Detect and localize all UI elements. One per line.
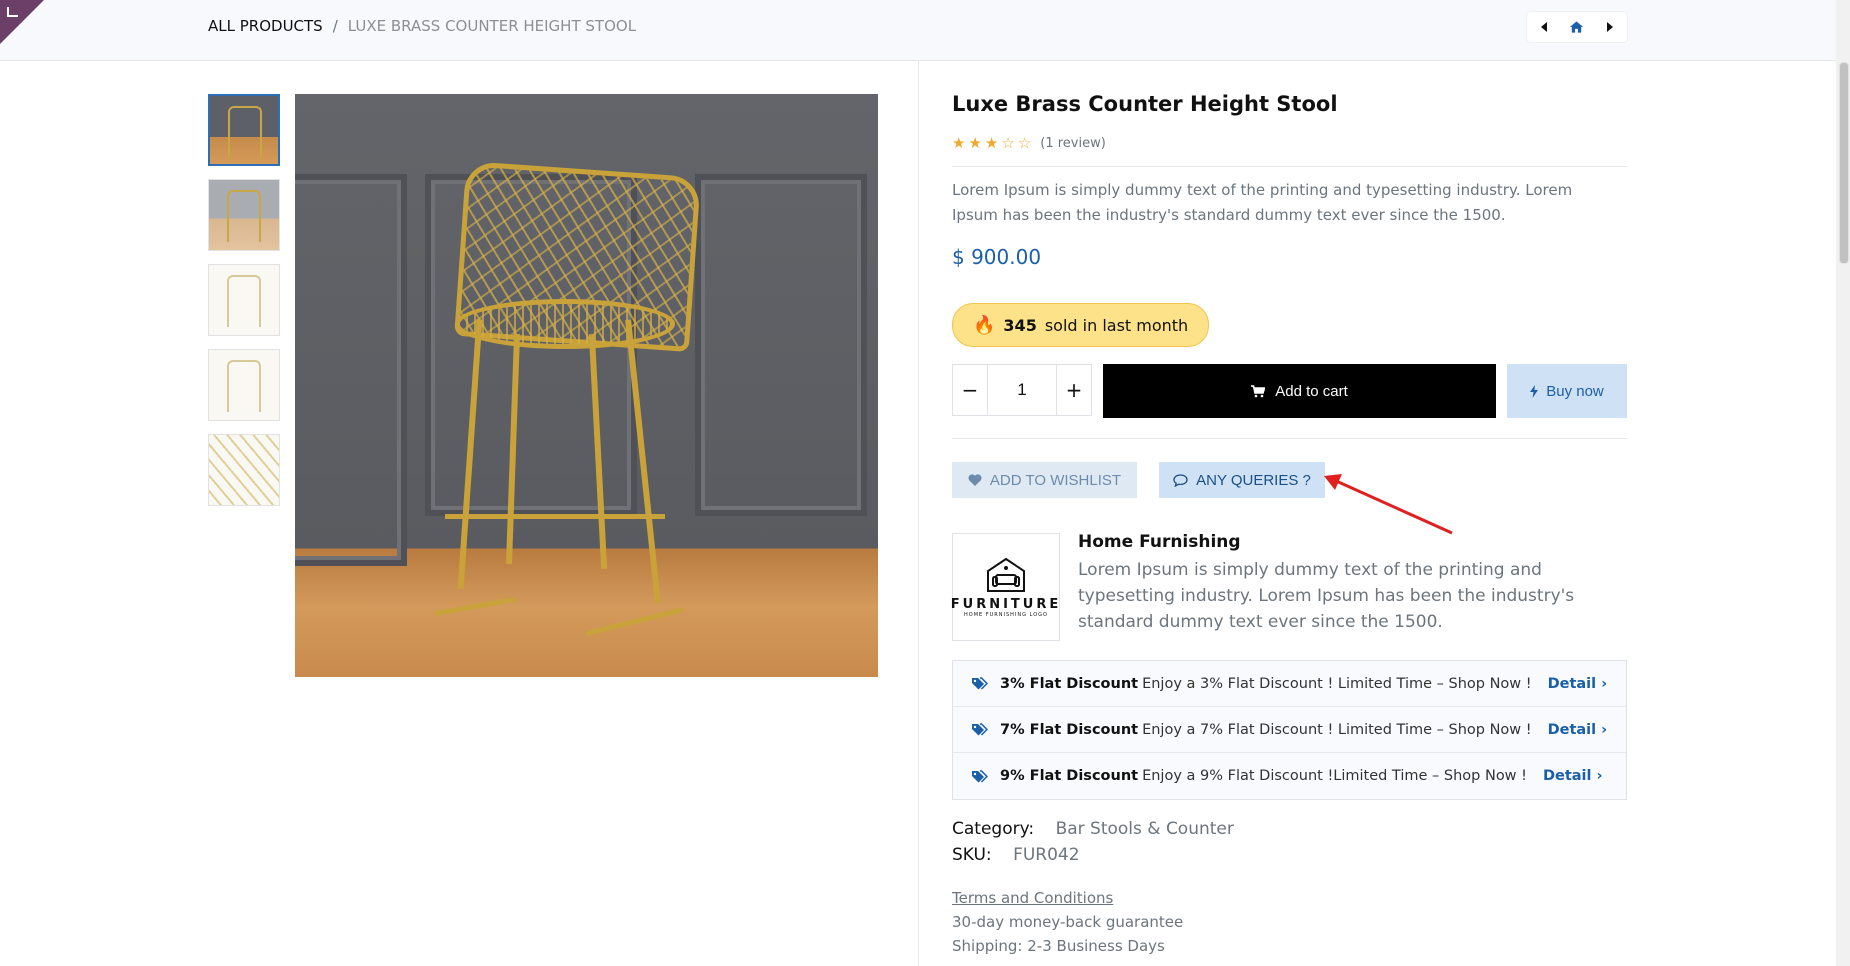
product-title: Luxe Brass Counter Height Stool (952, 92, 1338, 116)
wishlist-label: ADD TO WISHLIST (989, 471, 1122, 489)
home-icon[interactable] (1563, 13, 1591, 41)
thumbnail-5[interactable] (208, 434, 280, 506)
stool-seat (455, 299, 675, 349)
sku-row: SKU: FUR042 (952, 842, 1234, 868)
category-value[interactable]: Bar Stools & Counter (1056, 819, 1234, 839)
offer-text: Enjoy a 7% Flat Discount ! Limited Time … (1142, 721, 1532, 738)
product-price: $ 900.00 (952, 245, 1042, 269)
offer-text: Enjoy a 9% Flat Discount !Limited Time –… (1142, 768, 1527, 784)
star-empty-icon: ☆ (1001, 134, 1015, 152)
offer-title: 7% Flat Discount (1000, 721, 1139, 738)
offer-detail-link[interactable]: Detail › (1548, 722, 1608, 738)
offers-list: 3% Flat Discount Enjoy a 3% Flat Discoun… (952, 660, 1627, 800)
caret-left-icon[interactable] (1530, 13, 1558, 41)
cart-icon (1251, 384, 1266, 397)
sofa-icon (987, 557, 1025, 592)
guarantee-text: 30-day money-back guarantee (952, 913, 1184, 931)
divider (952, 438, 1627, 439)
thumbnail-3[interactable] (208, 264, 280, 336)
breadcrumb-all-products[interactable]: ALL PRODUCTS (208, 17, 323, 35)
thumbnail-2[interactable] (208, 179, 280, 251)
thumbnail-1[interactable] (208, 94, 280, 166)
product-meta: Category: Bar Stools & Counter SKU: FUR0… (952, 816, 1234, 868)
tags-icon (971, 677, 988, 690)
quantity-stepper: − + (952, 364, 1092, 416)
shipping-text: Shipping: 2-3 Business Days (952, 937, 1165, 955)
offer-title: 3% Flat Discount (1000, 675, 1139, 692)
star-full-icon: ★ (968, 134, 982, 152)
star-empty-icon: ☆ (1017, 134, 1032, 152)
main-product-image[interactable] (295, 94, 878, 677)
sold-count: 345 (1003, 315, 1037, 335)
any-queries-button[interactable]: ANY QUERIES ? (1159, 462, 1325, 498)
bolt-icon (1530, 384, 1539, 398)
heart-icon (968, 474, 982, 486)
terms-link[interactable]: Terms and Conditions (952, 889, 1113, 907)
star-full-icon: ★ (952, 134, 966, 152)
annotation-arrow (1324, 474, 1453, 535)
offer-detail-link[interactable]: Detail › (1543, 768, 1603, 784)
top-bar: ALL PRODUCTS / LUXE BRASS COUNTER HEIGHT… (0, 0, 1836, 61)
category-row: Category: Bar Stools & Counter (952, 816, 1234, 842)
offer-row: 7% Flat Discount Enjoy a 7% Flat Discoun… (953, 707, 1626, 753)
tags-icon (971, 723, 988, 736)
offer-row: 3% Flat Discount Enjoy a 3% Flat Discoun… (953, 661, 1626, 707)
product-rating[interactable]: ★ ★ ★ ☆ ☆ (1 review) (952, 134, 1106, 152)
caret-right-icon[interactable] (1596, 13, 1624, 41)
sold-badge: 🔥 345 sold in last month (952, 303, 1210, 347)
quantity-minus-button[interactable]: − (953, 365, 987, 415)
queries-label: ANY QUERIES ? (1196, 471, 1311, 489)
logo-tagline: HOME FURNISHING LOGO (964, 611, 1048, 618)
product-description: Lorem Ipsum is simply dummy text of the … (952, 181, 1573, 224)
fire-icon: 🔥 (973, 314, 996, 336)
add-to-cart-label: Add to cart (1275, 382, 1348, 400)
brand-description: Lorem Ipsum is simply dummy text of the … (1078, 560, 1575, 632)
add-to-wishlist-button[interactable]: ADD TO WISHLIST (952, 462, 1137, 498)
offer-text: Enjoy a 3% Flat Discount ! Limited Time … (1142, 675, 1532, 692)
tags-icon (971, 769, 988, 783)
star-full-icon: ★ (984, 134, 999, 152)
buy-now-label: Buy now (1546, 382, 1604, 400)
brand-logo[interactable]: FURNITURE HOME FURNISHING LOGO (950, 533, 1062, 641)
offer-detail-link[interactable]: Detail › (1548, 676, 1608, 692)
sku-value: FUR042 (1013, 845, 1080, 865)
product-pager (1527, 12, 1627, 42)
thumbnail-4[interactable] (208, 349, 280, 421)
quantity-plus-button[interactable]: + (1057, 365, 1091, 415)
brand-title: Home Furnishing (1078, 532, 1241, 552)
collapse-icon[interactable] (7, 7, 18, 17)
page-scrollbar[interactable] (1836, 0, 1850, 966)
divider (952, 166, 1627, 167)
review-count[interactable]: (1 review) (1040, 136, 1106, 151)
logo-wordmark: FURNITURE (950, 596, 1062, 612)
breadcrumb-current: LUXE BRASS COUNTER HEIGHT STOOL (347, 17, 637, 35)
thumbnail-list (208, 94, 280, 519)
policies: Terms and Conditions 30-day money-back g… (952, 886, 1183, 958)
sku-label: SKU: (952, 845, 992, 865)
breadcrumb-separator: / (332, 17, 338, 35)
offer-row: 9% Flat Discount Enjoy a 9% Flat Discoun… (953, 753, 1626, 799)
buy-now-button[interactable]: Buy now (1507, 364, 1627, 418)
column-divider (918, 60, 919, 966)
category-label: Category: (952, 819, 1035, 839)
offer-title: 9% Flat Discount (1000, 768, 1139, 784)
quantity-input[interactable] (987, 365, 1057, 415)
chat-icon (1173, 473, 1188, 487)
breadcrumb: ALL PRODUCTS / LUXE BRASS COUNTER HEIGHT… (208, 17, 636, 35)
add-to-cart-button[interactable]: Add to cart (1103, 364, 1496, 418)
scrollbar-thumb[interactable] (1839, 62, 1849, 264)
sold-text: sold in last month (1044, 315, 1189, 335)
